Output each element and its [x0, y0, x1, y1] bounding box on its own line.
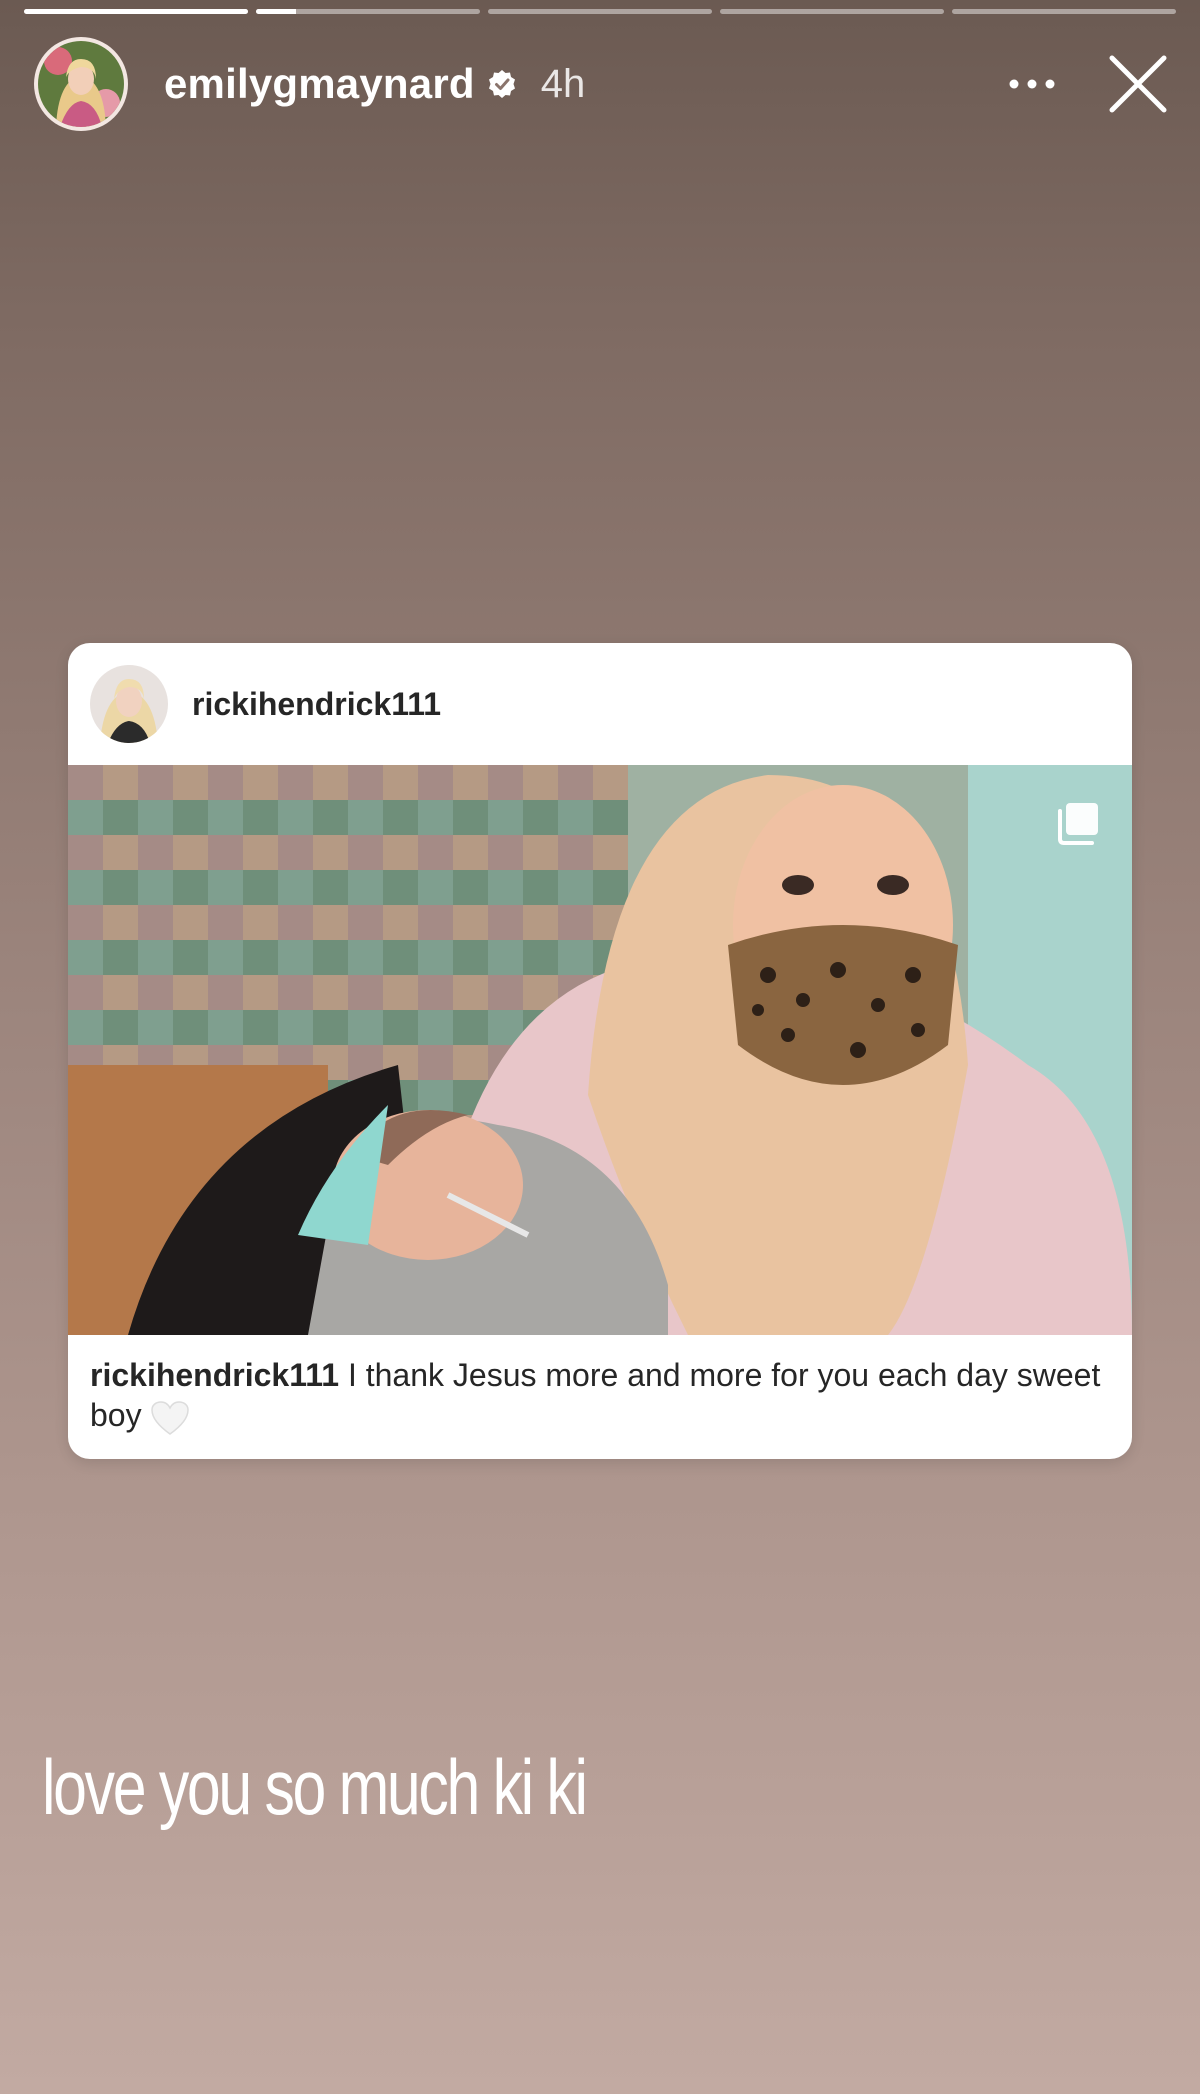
white-heart-icon	[151, 1400, 190, 1435]
post-time: 4h	[540, 61, 586, 106]
verified-badge-icon	[488, 70, 515, 98]
author-username[interactable]: emilygmaynard	[164, 60, 475, 108]
shared-post-card[interactable]: rickihendrick111 rickihendrick111 I than…	[68, 643, 1132, 1459]
progress-segment-4	[720, 9, 944, 14]
story-progress-bar	[24, 9, 1176, 14]
author-avatar-image	[38, 41, 124, 127]
author-avatar[interactable]	[34, 37, 128, 131]
progress-segment-5	[952, 9, 1176, 14]
shared-post-username[interactable]: rickihendrick111	[192, 686, 441, 723]
shared-post-header: rickihendrick111	[68, 643, 1132, 765]
shared-post-caption: rickihendrick111 I thank Jesus more and …	[90, 1355, 1102, 1436]
shared-post-avatar[interactable]	[90, 665, 168, 743]
more-dots-icon[interactable]	[1002, 54, 1062, 114]
progress-segment-1	[24, 9, 248, 14]
story-overlay-text: love you so much ki ki	[42, 1743, 588, 1831]
progress-segment-2	[256, 9, 480, 14]
caption-username[interactable]: rickihendrick111	[90, 1357, 339, 1393]
close-icon[interactable]	[1106, 52, 1170, 116]
shared-post-photo[interactable]	[68, 765, 1132, 1335]
story-header: emilygmaynard 4h	[34, 36, 1170, 132]
multiple-photos-icon	[1058, 803, 1098, 845]
progress-segment-3	[488, 9, 712, 14]
